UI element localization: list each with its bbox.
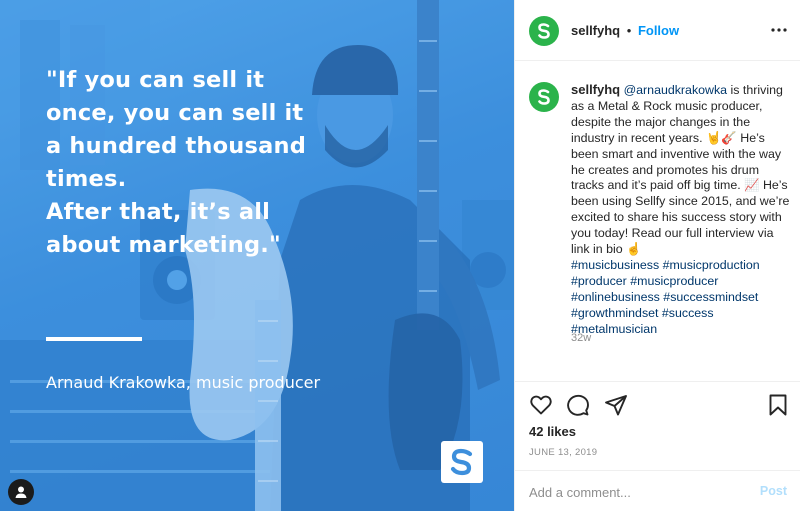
post-comment-button[interactable]: Post	[760, 484, 787, 498]
post-header: sellfyhq • Follow	[515, 0, 800, 61]
quote-line: times.	[46, 166, 127, 192]
hashtag-line[interactable]: #metalmusician	[571, 322, 795, 338]
quote-attribution: Arnaud Krakowka, music producer	[46, 373, 321, 392]
header-user: sellfyhq • Follow	[571, 23, 679, 38]
post-caption: sellfyhq @arnaudkrakowka is thriving as …	[571, 82, 795, 338]
post-sidebar: sellfyhq • Follow sellfyhq @arnaudkrakow…	[514, 0, 800, 511]
caption-time[interactable]: 32w	[571, 332, 591, 344]
more-options-icon[interactable]	[769, 22, 789, 38]
quote-divider	[46, 337, 142, 341]
quote-line: a hundred thousand	[46, 133, 307, 159]
hashtag-line[interactable]: #onlinebusiness #successmindset	[571, 290, 795, 306]
mention-link[interactable]: @arnaudkrakowka	[624, 83, 728, 97]
heart-icon[interactable]	[529, 393, 553, 417]
quote-line: "If you can sell it	[46, 67, 265, 93]
user-icon	[15, 486, 27, 498]
caption-username[interactable]: sellfyhq	[571, 82, 620, 97]
action-bar	[515, 381, 800, 425]
quote-line: After that, it’s all	[46, 199, 271, 225]
follow-button[interactable]: Follow	[638, 23, 679, 38]
bookmark-icon[interactable]	[766, 393, 790, 417]
username-link[interactable]: sellfyhq	[571, 23, 620, 38]
comment-bar: Post	[515, 470, 800, 511]
likes-count[interactable]: 42 likes	[529, 424, 576, 439]
comment-input[interactable]	[529, 481, 749, 503]
hashtag-line[interactable]: #musicbusiness #musicproduction	[571, 258, 795, 274]
post-image[interactable]: "If you can sell it once, you can sell i…	[0, 0, 514, 511]
tagged-users-button[interactable]	[8, 479, 34, 505]
quote-line: once, you can sell it	[46, 100, 304, 126]
sellfy-logo-icon	[441, 441, 483, 483]
quote-text: "If you can sell it once, you can sell i…	[46, 64, 346, 262]
avatar[interactable]	[529, 82, 559, 112]
quote-line: about marketing."	[46, 232, 281, 258]
avatar[interactable]	[529, 16, 559, 46]
share-icon[interactable]	[604, 393, 628, 417]
comment-icon[interactable]	[566, 393, 590, 417]
post-date: JUNE 13, 2019	[529, 447, 598, 458]
hashtag-line[interactable]: #growthmindset #success	[571, 306, 795, 322]
caption-body: sellfyhq @arnaudkrakowka is thriving as …	[571, 82, 790, 257]
separator-dot: •	[626, 23, 632, 38]
hashtag-line[interactable]: #producer #musicproducer	[571, 274, 795, 290]
caption-text: is thriving as a Metal & Rock music prod…	[571, 83, 790, 257]
